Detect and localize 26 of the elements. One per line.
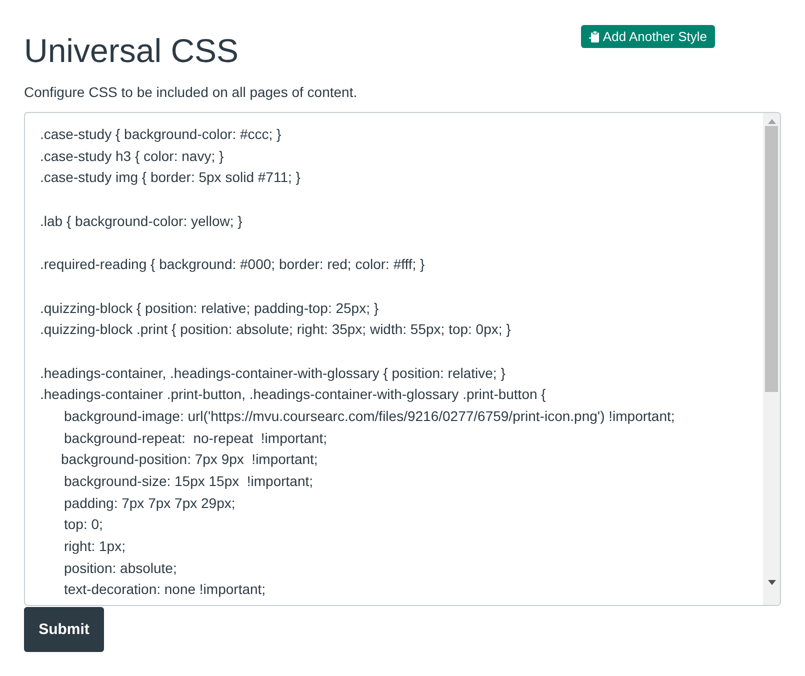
code-line: padding: 7px 7px 7px 29px; [63, 494, 236, 513]
description: Configure CSS to be included on all pages of content. [24, 84, 358, 100]
page-title: Universal CSS [24, 32, 239, 70]
submit-button[interactable]: Submit [24, 607, 104, 652]
code-line: .headings-container, .headings-container-with-glossary { position: relative; } [40, 364, 506, 383]
code-line: position: absolute; [63, 558, 178, 578]
code-line: text-decoration: none !important; [63, 580, 267, 600]
code-line: .quizzing-block { position: relative; padding-top: 25px; } [40, 298, 380, 318]
code-line: background-repeat: no-repeat !important; [63, 428, 328, 448]
code-line: background-size: 15px 15px !important; [63, 472, 314, 491]
code-line: .case-study img { border: 5px solid #711; } [40, 168, 302, 188]
scrollbar[interactable] [763, 113, 780, 605]
code-line: .required-reading { background: #000; border: red; color: #fff; } [40, 255, 426, 274]
clipboard-icon [588, 30, 600, 42]
scroll-down-icon[interactable] [768, 580, 776, 585]
code-line: right: 1px; [63, 537, 126, 556]
code-line: background-position: 7px 9px !important; [60, 450, 319, 470]
code-line: background-image: url('https://mvu.coursearc.com/files/9216/0277/6759/print-icon.png') !important; [63, 406, 676, 426]
code-line: top: 0; [63, 515, 104, 534]
code-line: .case-study { background-color: #ccc; } [40, 125, 282, 144]
code-line: .lab { background-color: yellow; } [40, 212, 244, 231]
code-line: .case-study h3 { color: navy; } [40, 146, 225, 166]
code-line: .quizzing-block .print { position: absolute; right: 35px; width: 55px; top: 0px; } [40, 320, 512, 340]
css-editor[interactable] [24, 112, 781, 606]
code-line: .headings-container .print-button, .headings-container-with-glossary .print-button { [40, 385, 547, 404]
add-style-button[interactable]: Add Another Style [580, 25, 715, 48]
